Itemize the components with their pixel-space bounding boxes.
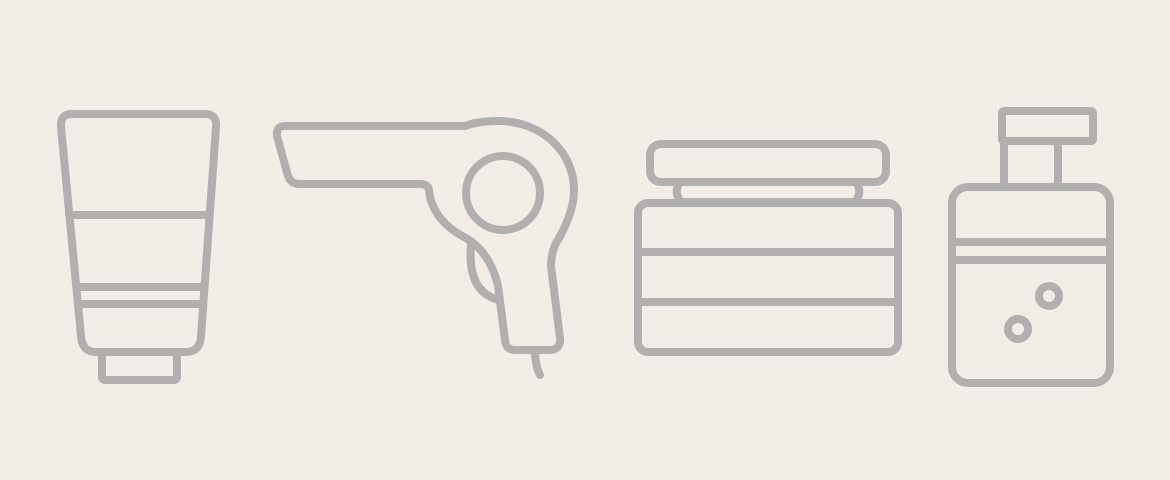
bubble-large: [1035, 282, 1063, 310]
pump-bottle-icon: [948, 107, 1114, 387]
pump-head: [998, 107, 1097, 145]
jar-body: [634, 199, 902, 356]
tube-body: [56, 110, 221, 356]
cosmetic-tube-icon: [56, 110, 221, 384]
tube-cap: [98, 348, 181, 384]
bubble-small: [1004, 315, 1032, 343]
illustration-canvas: [0, 0, 1170, 480]
beauty-icons-row: [56, 107, 1114, 387]
dryer-vent: [462, 152, 544, 234]
jar-lid: [646, 140, 890, 186]
cream-jar-icon: [634, 140, 902, 356]
hair-dryer-icon: [272, 117, 578, 379]
dryer-body: [272, 117, 578, 354]
bottle-body: [948, 183, 1114, 387]
